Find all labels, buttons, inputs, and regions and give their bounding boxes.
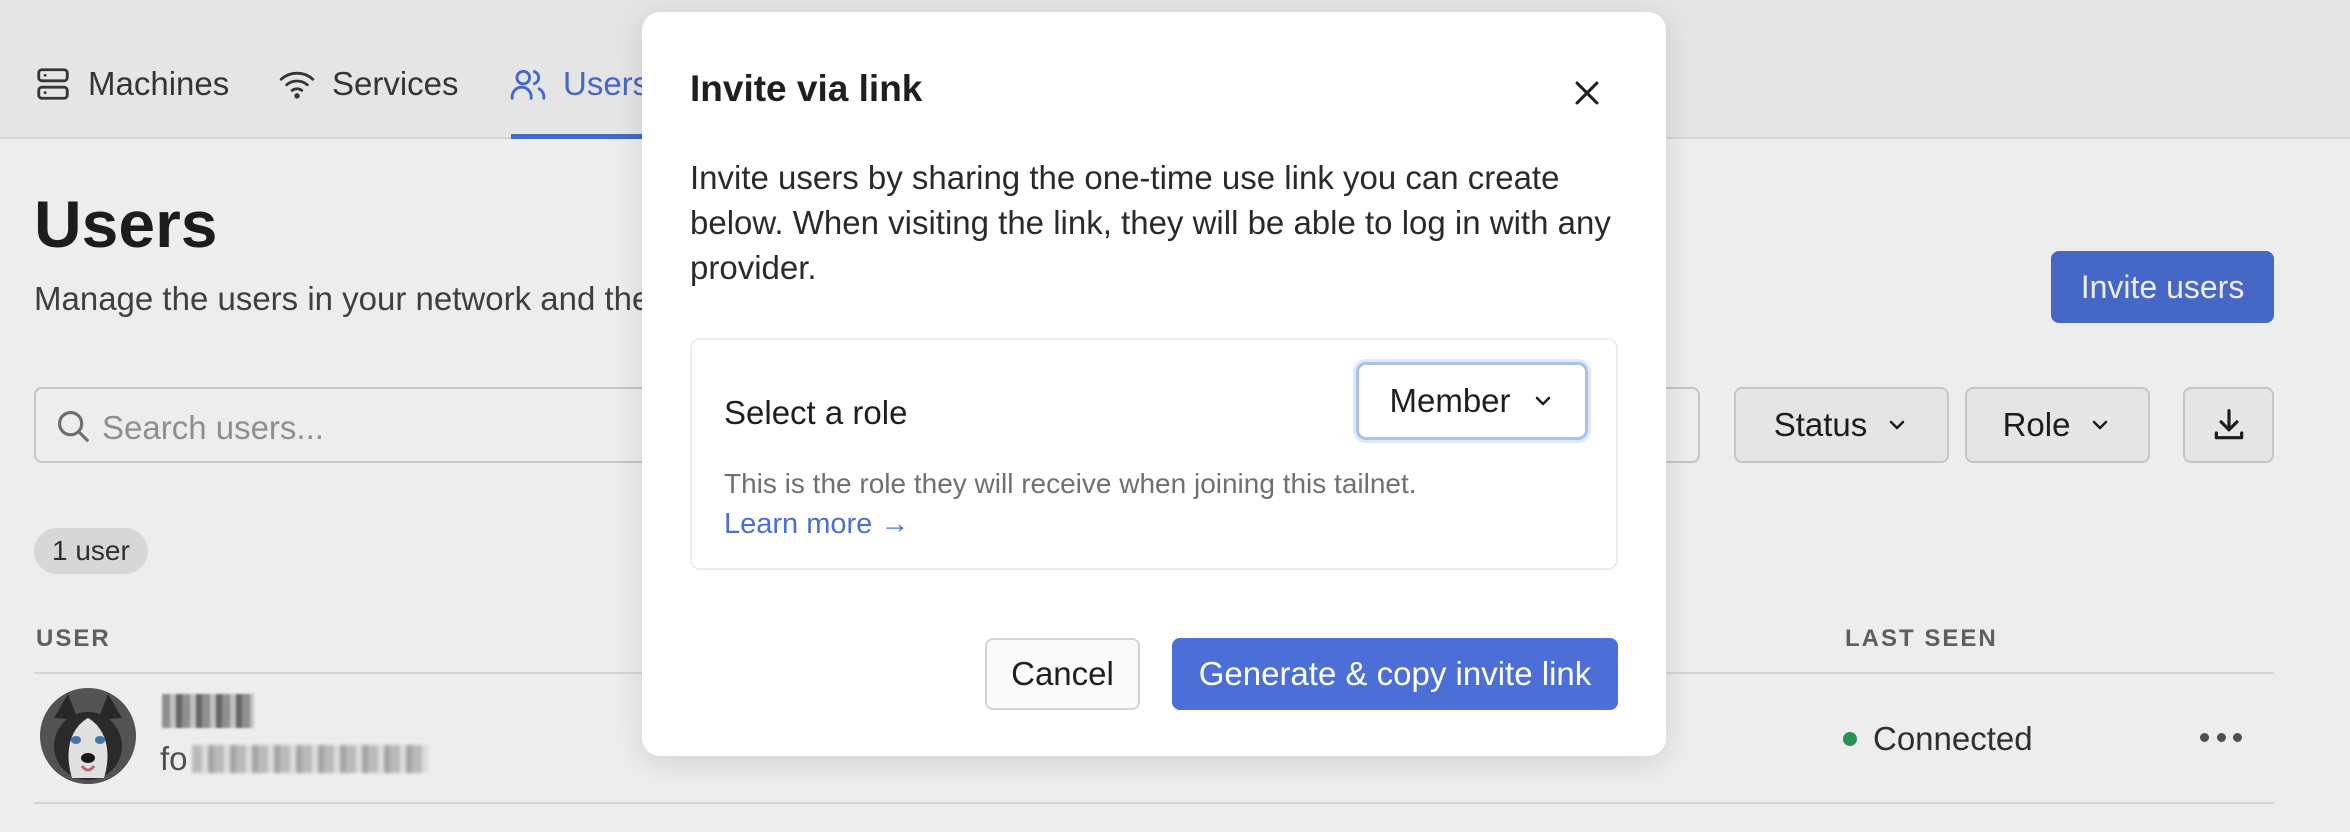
role-select-dropdown[interactable]: Member bbox=[1356, 362, 1588, 440]
dialog-title: Invite via link bbox=[690, 68, 923, 109]
cancel-button[interactable]: Cancel bbox=[985, 638, 1140, 710]
dialog-description: Invite users by sharing the one-time use… bbox=[690, 159, 1611, 286]
learn-more-link[interactable]: Learn more → bbox=[724, 508, 909, 541]
close-icon bbox=[1575, 81, 1599, 105]
generate-copy-invite-link-button[interactable]: Generate & copy invite link bbox=[1172, 638, 1618, 710]
invite-via-link-dialog: Invite via link Invite users by sharing … bbox=[642, 12, 1666, 756]
role-selection-panel: Select a role Member This is the role th… bbox=[690, 338, 1618, 570]
close-button[interactable] bbox=[1566, 72, 1608, 114]
role-label: Select a role bbox=[724, 394, 908, 431]
selected-role: Member bbox=[1389, 382, 1511, 419]
chevron-down-icon bbox=[1535, 396, 1550, 406]
role-hint-text: This is the role they will receive when … bbox=[724, 468, 1417, 499]
